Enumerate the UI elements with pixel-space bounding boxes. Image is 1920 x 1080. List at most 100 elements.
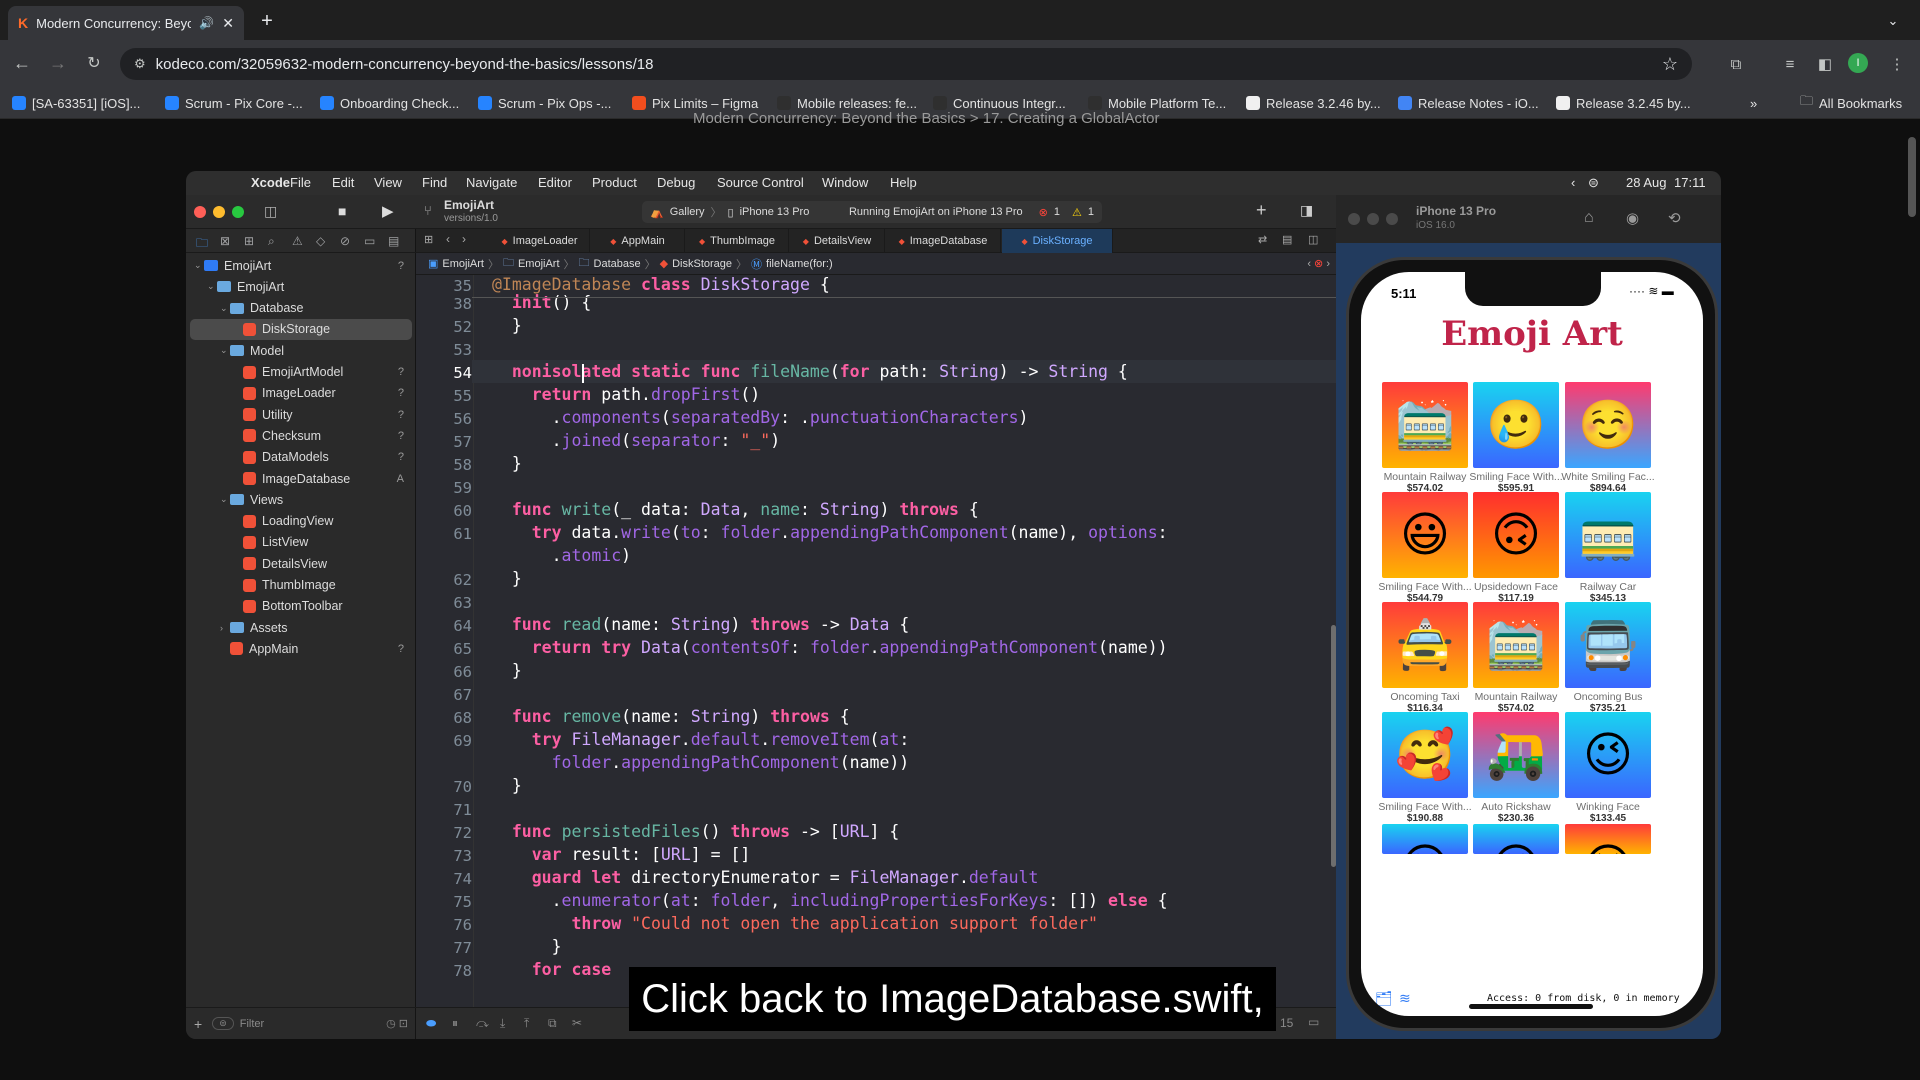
menu-xcode[interactable]: Xcode: [251, 175, 290, 190]
clear-cache-icon[interactable]: ≋: [1399, 990, 1411, 1007]
tab-search-chevron-icon[interactable]: ⌄: [1880, 8, 1906, 34]
menu-file[interactable]: File: [290, 175, 311, 190]
jump-item-2[interactable]: Database: [594, 258, 641, 270]
menu-find[interactable]: Find: [422, 175, 447, 190]
jump-item-4[interactable]: fileName(for:): [766, 258, 833, 270]
minimize-window-button[interactable]: [213, 206, 225, 218]
run-icon[interactable]: ▶: [382, 202, 394, 220]
screenshot-icon[interactable]: ◉: [1626, 209, 1639, 227]
navigator-item[interactable]: BottomToolbar: [186, 596, 416, 617]
navigator-item[interactable]: ImageLoader?: [186, 383, 416, 404]
jump-item-1[interactable]: EmojiArt: [518, 258, 560, 270]
breakpoint-navigator-icon[interactable]: ▭: [364, 234, 375, 248]
site-settings-icon[interactable]: ⚙: [134, 56, 146, 72]
navigator-item[interactable]: ListView: [186, 532, 416, 553]
add-file-icon[interactable]: +: [194, 1016, 202, 1032]
sim-minimize-button[interactable]: [1367, 213, 1379, 225]
navigator-item[interactable]: Utility?: [186, 404, 416, 425]
menu-edit[interactable]: Edit: [332, 175, 354, 190]
editor-tab[interactable]: ◆ DetailsView: [790, 229, 885, 253]
reading-list-icon[interactable]: ≡: [1777, 51, 1803, 77]
forward-history-icon[interactable]: ›: [462, 232, 466, 246]
emoji-tile[interactable]: 🙃: [1473, 492, 1559, 578]
sim-zoom-button[interactable]: [1386, 213, 1398, 225]
emoji-tile[interactable]: 😅: [1473, 824, 1559, 854]
bookmark-item[interactable]: Release 3.2.45 by...: [1556, 92, 1691, 114]
library-add-icon[interactable]: +: [1256, 200, 1267, 221]
view-hierarchy-icon[interactable]: ⧉: [548, 1016, 557, 1031]
console-toggle-icon[interactable]: ▭: [1308, 1015, 1319, 1029]
symbol-navigator-icon[interactable]: ⊞: [244, 234, 254, 248]
disclosure-closed-icon[interactable]: ›: [220, 623, 230, 633]
navigator-item[interactable]: ImageDatabase A: [186, 468, 416, 489]
home-indicator[interactable]: [1469, 1004, 1593, 1009]
disk-icon[interactable]: 🗂: [1375, 990, 1393, 1007]
bookmark-item[interactable]: Onboarding Check...: [320, 92, 459, 114]
menu-navigate[interactable]: Navigate: [466, 175, 517, 190]
bookmark-star-icon[interactable]: ☆: [1662, 54, 1678, 75]
menu-window[interactable]: Window: [822, 175, 868, 190]
emoji-tile[interactable]: 😋: [1382, 824, 1468, 854]
environment-icon[interactable]: ✂: [572, 1016, 582, 1030]
navigator-item[interactable]: ⌄ EmojiArt: [186, 276, 416, 297]
editor-tab[interactable]: ◆ ThumbImage: [686, 229, 789, 253]
navigator-item[interactable]: › Assets: [186, 617, 416, 638]
menu-source-control[interactable]: Source Control: [717, 175, 804, 190]
bookmark-item[interactable]: Scrum - Pix Ops -...: [478, 92, 611, 114]
disclosure-open-icon[interactable]: ⌄: [207, 281, 217, 292]
run-destination[interactable]: iPhone 13 Pro: [740, 206, 810, 218]
navigator-item[interactable]: DiskStorage: [190, 318, 412, 340]
menu-product[interactable]: Product: [592, 175, 637, 190]
step-into-icon[interactable]: ⤓: [500, 1016, 505, 1031]
emoji-tile[interactable]: 😃: [1382, 492, 1468, 578]
navigator-item[interactable]: Checksum?: [186, 425, 416, 446]
emoji-tile[interactable]: 🚞: [1382, 382, 1468, 468]
warning-icon[interactable]: ⚠: [1072, 206, 1082, 219]
close-tab-icon[interactable]: ✕: [222, 15, 234, 32]
chrome-menu-icon[interactable]: ⋮: [1884, 51, 1910, 77]
navigator-item[interactable]: ⌄ Views: [186, 489, 416, 510]
navigator-item[interactable]: ⌄ Database: [186, 298, 416, 319]
back-history-icon[interactable]: ‹: [446, 232, 450, 246]
grid-icon[interactable]: ⊞: [424, 233, 433, 246]
breakpoints-toggle-icon[interactable]: ⬬: [426, 1016, 436, 1031]
menu-view[interactable]: View: [374, 175, 402, 190]
source-editor[interactable]: 35 38 52 53 54 55 56 57 58 59 60 61 62 63 64 65 66 67 68 69…: [416, 275, 1336, 1007]
lesson-breadcrumb[interactable]: Modern Concurrency: Beyond the Basics > …: [693, 110, 1160, 127]
editor-tab[interactable]: ◆ ImageLoader: [490, 229, 590, 253]
step-out-icon[interactable]: ⤒: [524, 1016, 529, 1031]
editor-tab[interactable]: ◆ AppMain: [591, 229, 685, 253]
profile-avatar[interactable]: I: [1848, 53, 1868, 73]
editor-tab[interactable]: ◆ ImageDatabase: [886, 229, 1001, 253]
more-bookmarks-button[interactable]: »: [1750, 92, 1757, 114]
navigator-item[interactable]: LoadingView: [186, 511, 416, 532]
scheme-name[interactable]: Gallery: [670, 206, 705, 218]
emoji-tile[interactable]: 😝: [1565, 824, 1651, 854]
navigator-item[interactable]: EmojiArtModel?: [186, 362, 416, 383]
bookmark-item[interactable]: Release Notes - iO...: [1398, 92, 1539, 114]
control-center-icon[interactable]: ⊜: [1588, 175, 1599, 191]
issue-navigator-icon[interactable]: ⚠: [292, 234, 303, 248]
emoji-tile[interactable]: 🚞: [1473, 602, 1559, 688]
reload-icon[interactable]: ↻: [80, 49, 108, 77]
rotate-icon[interactable]: ⟲: [1668, 209, 1681, 227]
emoji-tile[interactable]: 🥲: [1473, 382, 1559, 468]
navigator-item[interactable]: ⌄ Model: [186, 340, 416, 361]
iphone-screen[interactable]: 5:11 ···· ≋ ▬ Emoji Art 🚞 Mountain Railwa…: [1361, 272, 1703, 1016]
jump-prev-next-icon[interactable]: ‹ ⊗ ›: [1307, 257, 1330, 270]
new-tab-button[interactable]: +: [254, 8, 280, 34]
forward-icon[interactable]: →: [44, 49, 72, 77]
sim-close-button[interactable]: [1348, 213, 1360, 225]
back-icon[interactable]: ←: [8, 49, 36, 77]
step-over-icon[interactable]: ⤼: [476, 1016, 489, 1031]
disclosure-open-icon[interactable]: ⌄: [220, 345, 230, 356]
navigator-item[interactable]: DetailsView: [186, 553, 416, 574]
emoji-tile[interactable]: 🛺: [1473, 712, 1559, 798]
emoji-tile[interactable]: ☺️: [1565, 382, 1651, 468]
zoom-window-button[interactable]: [232, 206, 244, 218]
disclosure-open-icon[interactable]: ⌄: [194, 260, 204, 271]
bookmark-item[interactable]: [SA-63351] [iOS]...: [12, 92, 140, 114]
filter-recent-icon[interactable]: ◷ ⊡: [386, 1017, 408, 1030]
source-control-icon[interactable]: ⊠: [220, 234, 230, 248]
emoji-tile[interactable]: 🚍: [1565, 602, 1651, 688]
